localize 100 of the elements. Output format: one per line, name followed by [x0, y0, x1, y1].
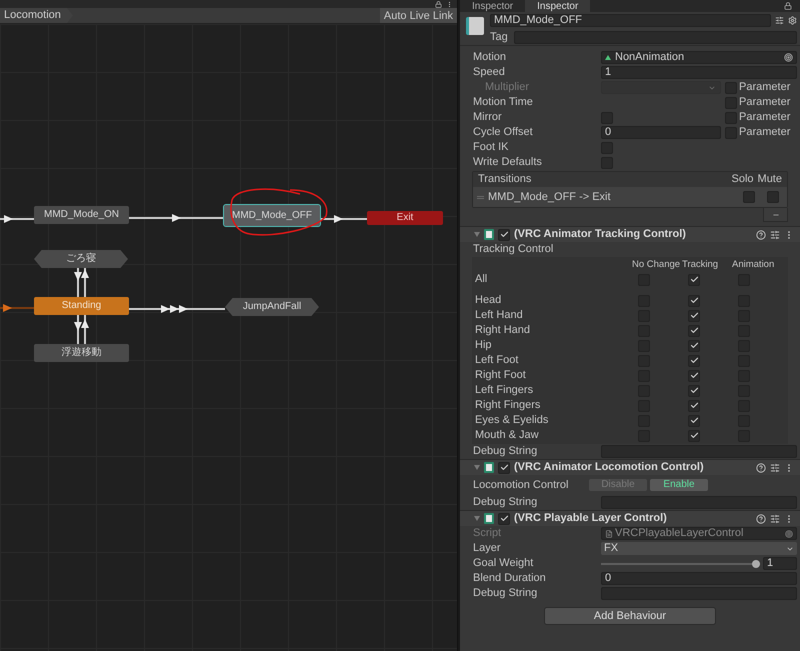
- parameter-label: Parameter: [739, 110, 790, 126]
- row-label: Right Fingers: [475, 398, 540, 414]
- entry-arrow[interactable]: [0, 304, 34, 312]
- transition-arrow[interactable]: [74, 315, 82, 344]
- parameter-label: Parameter: [739, 80, 790, 96]
- animation-clip-icon: [605, 55, 611, 60]
- name-field[interactable]: MMD_Mode_OFF: [490, 14, 771, 27]
- row-label: Head: [475, 293, 502, 308]
- row-label: Left Hand: [475, 308, 523, 324]
- inspector-tab[interactable]: Inspector: [525, 0, 590, 12]
- transition-arrow[interactable]: [129, 214, 224, 222]
- lock-icon[interactable]: [784, 2, 792, 10]
- column-header: Animation: [732, 258, 776, 272]
- text-field[interactable]: 0: [601, 126, 721, 139]
- transition-arrow[interactable]: [320, 215, 367, 223]
- transition-arrow[interactable]: [74, 268, 82, 297]
- state-node[interactable]: 浮遊移動: [34, 344, 129, 362]
- checkbox[interactable]: [688, 430, 700, 442]
- help-icon[interactable]: [756, 230, 766, 240]
- row-label: Right Foot: [475, 368, 526, 384]
- presets-icon[interactable]: [770, 514, 780, 524]
- transition-arrow[interactable]: [81, 315, 89, 344]
- presets-icon[interactable]: [770, 462, 780, 472]
- checkbox[interactable]: [688, 324, 700, 336]
- check-icon: [500, 230, 508, 239]
- script-icon: [484, 462, 494, 473]
- column-header: No Change: [632, 258, 682, 272]
- script-file-icon: [605, 530, 613, 538]
- checkbox[interactable]: [688, 354, 700, 366]
- check-icon: [500, 463, 508, 472]
- auto-live-link-button[interactable]: Auto Live Link: [380, 8, 458, 23]
- field-label: Layer: [473, 541, 501, 556]
- field-label: Speed: [473, 65, 505, 80]
- field-label: Motion Time: [473, 95, 533, 110]
- field-label: Motion: [473, 50, 506, 66]
- field-label: Cycle Offset: [473, 125, 533, 140]
- transition-arrow[interactable]: [129, 305, 225, 313]
- component-title: (VRC Animator Locomotion Control): [514, 460, 705, 476]
- transition-row[interactable]: MMD_Mode_OFF -> Exit: [473, 187, 787, 207]
- parameter-label: Parameter: [739, 125, 790, 140]
- add-behaviour-button[interactable]: Add Behaviour: [544, 607, 716, 625]
- layer-dropdown[interactable]: FX: [601, 542, 797, 555]
- checkbox[interactable]: [688, 274, 700, 286]
- checkbox[interactable]: [743, 191, 755, 203]
- enable-checkbox[interactable]: [498, 228, 510, 240]
- script-field[interactable]: VRCPlayableLayerControl: [601, 527, 797, 540]
- text-field[interactable]: 1: [601, 66, 797, 79]
- presets-icon[interactable]: [770, 230, 780, 240]
- help-icon[interactable]: [756, 462, 766, 472]
- target-icon[interactable]: [784, 53, 793, 62]
- parameter-label: Parameter: [739, 95, 790, 110]
- drag-handle-icon[interactable]: [477, 196, 484, 198]
- state-node[interactable]: ごろ寝: [34, 250, 128, 268]
- checkbox[interactable]: [688, 294, 700, 306]
- settings-icon[interactable]: [788, 16, 797, 25]
- script-icon: [484, 513, 494, 524]
- field-label: Script: [473, 526, 502, 542]
- field-label: Debug String: [473, 495, 538, 510]
- script-icon: [484, 229, 494, 240]
- field-label: Debug String: [473, 444, 538, 460]
- target-icon[interactable]: [785, 530, 793, 538]
- breadcrumb[interactable]: Locomotion: [0, 8, 73, 23]
- text-field[interactable]: 0: [601, 572, 797, 585]
- row-label: Left Fingers: [475, 383, 534, 398]
- checkbox[interactable]: [688, 384, 700, 396]
- text-field[interactable]: 1: [763, 557, 797, 570]
- state-node[interactable]: MMD_Mode_OFF: [224, 205, 320, 226]
- checkbox[interactable]: [688, 400, 700, 412]
- row-label: Mouth & Jaw: [475, 428, 539, 444]
- row-label: Hip: [475, 338, 492, 354]
- column-header: Tracking: [682, 258, 720, 272]
- slider-thumb[interactable]: [752, 560, 760, 568]
- checkbox[interactable]: [688, 310, 700, 322]
- checkbox[interactable]: [688, 340, 700, 352]
- presets-icon[interactable]: [775, 16, 784, 25]
- row-label: All: [475, 272, 488, 288]
- column-header: Solo: [732, 172, 754, 188]
- enable-checkbox[interactable]: [498, 512, 510, 524]
- checkbox[interactable]: [767, 191, 779, 203]
- checkbox[interactable]: [688, 370, 700, 382]
- field-label: Write Defaults: [473, 155, 542, 170]
- component-title: (VRC Animator Tracking Control): [514, 227, 687, 242]
- column-header: Mute: [758, 172, 782, 188]
- checkbox[interactable]: [688, 414, 700, 426]
- field-label: Locomotion Control: [473, 478, 568, 493]
- enable-checkbox[interactable]: [498, 462, 510, 474]
- transition-arrow[interactable]: [0, 215, 34, 223]
- field-label: Goal Weight: [473, 556, 534, 572]
- field-label: Mirror: [473, 110, 502, 126]
- state-node[interactable]: Exit: [367, 211, 443, 225]
- row-label: Left Foot: [475, 353, 518, 368]
- component-title: (VRC Playable Layer Control): [514, 511, 668, 526]
- transition-arrow[interactable]: [81, 268, 89, 297]
- lock-icon[interactable]: [435, 0, 442, 8]
- help-icon[interactable]: [756, 514, 766, 524]
- state-node[interactable]: MMD_Mode_ON: [34, 206, 129, 224]
- object-field[interactable]: NonAnimation: [601, 51, 797, 64]
- tag-label: Tag: [490, 30, 508, 45]
- toggle-button[interactable]: Enable: [650, 479, 708, 491]
- state-node[interactable]: JumpAndFall: [225, 298, 319, 316]
